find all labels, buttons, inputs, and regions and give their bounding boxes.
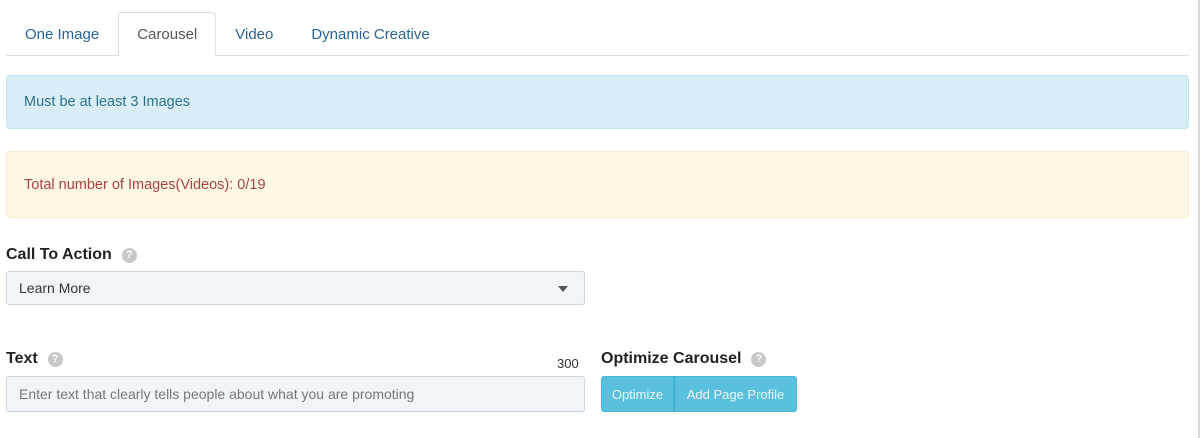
call-to-action-label-text: Call To Action [6,246,112,263]
info-alert-text: Must be at least 3 Images [24,94,191,110]
optimize-carousel-label-text: Optimize Carousel [601,350,742,367]
question-circle-icon[interactable]: ? [751,351,767,367]
call-to-action-label: Call To Action ? [6,246,137,264]
text-label: Text ? [6,350,63,368]
text-label-text: Text [6,350,38,367]
question-circle-icon[interactable]: ? [47,351,63,367]
tab-dynamic-creative[interactable]: Dynamic Creative [292,12,448,56]
add-page-profile-button[interactable]: Add Page Profile [674,376,797,412]
call-to-action-select[interactable]: Learn More [6,271,585,305]
character-counter: 300 [557,356,579,371]
optimize-button-group: Optimize Add Page Profile [601,376,797,412]
call-to-action-selected-value: Learn More [19,280,91,296]
creative-type-tabs: One Image Carousel Video Dynamic Creativ… [6,12,1189,57]
warning-alert: Total number of Images(Videos): 0/19 [6,151,1189,218]
warning-alert-text: Total number of Images(Videos): 0/19 [24,176,266,193]
chevron-down-icon [558,286,568,292]
tab-carousel[interactable]: Carousel [118,12,217,57]
tab-one-image[interactable]: One Image [6,12,118,56]
optimize-button[interactable]: Optimize [601,376,674,412]
optimize-carousel-label: Optimize Carousel ? [601,350,767,368]
question-circle-icon[interactable]: ? [121,247,137,263]
tab-video[interactable]: Video [216,12,292,56]
info-alert: Must be at least 3 Images [6,75,1189,129]
ad-text-input[interactable] [6,376,585,412]
